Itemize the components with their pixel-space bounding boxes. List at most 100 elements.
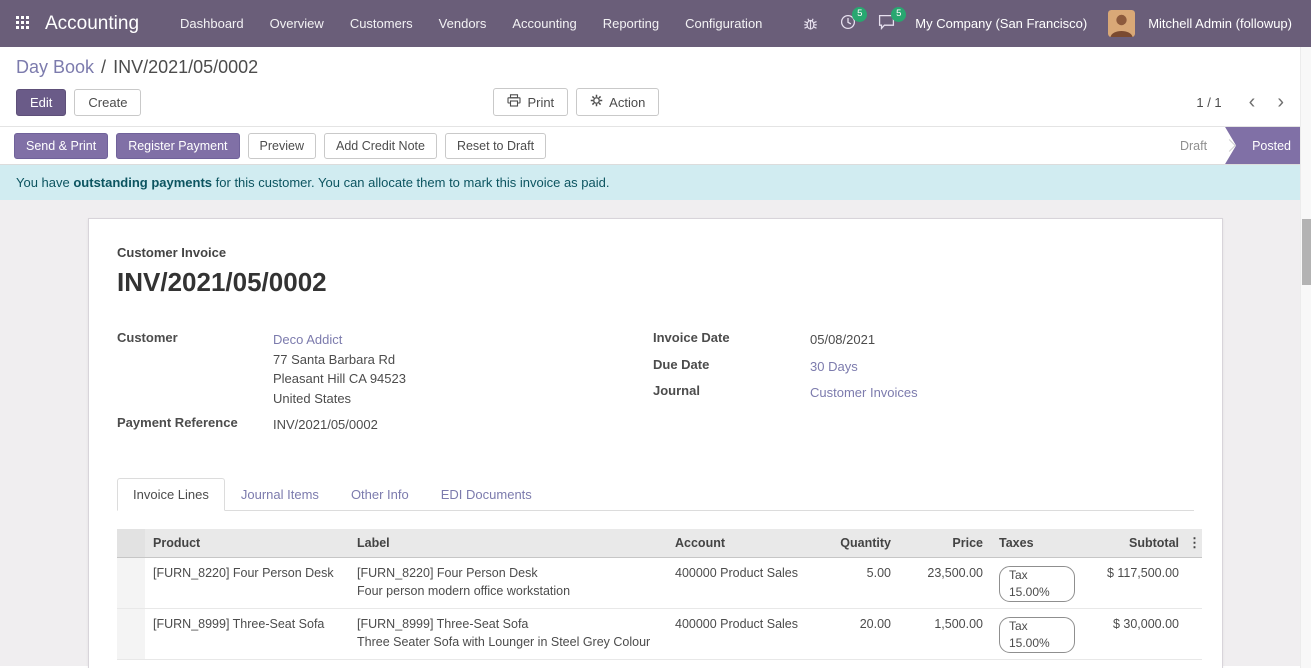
row-handle[interactable] (117, 557, 145, 608)
pager-next-button[interactable]: › (1266, 92, 1295, 112)
pager-previous-button[interactable]: ‹ (1238, 92, 1267, 112)
payment-reference-field: Payment Reference INV/2021/05/0002 (117, 415, 653, 435)
activities-badge: 5 (852, 7, 867, 22)
user-menu[interactable]: Mitchell Admin (followup) (1143, 16, 1297, 31)
user-avatar (1108, 10, 1135, 37)
menu-overview[interactable]: Overview (257, 0, 337, 47)
alert-text-suffix: for this customer. You can allocate them… (212, 175, 609, 190)
fields-left-column: Customer Deco Addict 77 Santa Barbara Rd… (117, 330, 653, 442)
optional-columns-toggle[interactable]: ⋮ (1187, 529, 1202, 558)
row-handle[interactable] (117, 608, 145, 659)
cell-spacer (1187, 557, 1202, 608)
tax-tag: Tax 15.00% (999, 566, 1075, 602)
statusbar: Send & Print Register Payment Preview Ad… (0, 126, 1311, 165)
reset-to-draft-button[interactable]: Reset to Draft (445, 133, 546, 159)
customer-address-line: Pleasant Hill CA 94523 (273, 369, 406, 389)
create-button[interactable]: Create (74, 89, 141, 116)
cell-label: [FURN_8220] Four Person Desk Four person… (349, 557, 667, 608)
invoice-line-row[interactable]: [FURN_8999] Three-Seat Sofa [FURN_8999] … (117, 608, 1202, 659)
document-actions: Print Action (493, 88, 659, 116)
notebook-tabs: Invoice Lines Journal Items Other Info E… (117, 478, 1194, 511)
app-name[interactable]: Accounting (45, 13, 139, 35)
tax-tag: Tax 15.00% (999, 617, 1075, 653)
status-states: Draft Posted (1162, 127, 1311, 164)
print-button[interactable]: Print (493, 88, 568, 116)
control-panel: Day Book / INV/2021/05/0002 Edit Create Pr… (0, 47, 1311, 126)
cell-account: 400000 Product Sales (667, 557, 809, 608)
column-header-price[interactable]: Price (899, 529, 991, 558)
column-header-quantity[interactable]: Quantity (809, 529, 899, 558)
cell-quantity: 5.00 (809, 557, 899, 608)
column-header-product[interactable]: Product (145, 529, 349, 558)
edit-button[interactable]: Edit (16, 89, 66, 116)
invoice-date-value: 05/08/2021 (810, 330, 875, 350)
invoice-fields: Customer Deco Addict 77 Santa Barbara Rd… (117, 330, 1194, 442)
tab-invoice-lines[interactable]: Invoice Lines (117, 478, 225, 511)
pager: 1 / 1 ‹ › (1196, 92, 1295, 112)
messages-button[interactable]: 5 (871, 9, 902, 38)
column-header-taxes[interactable]: Taxes (991, 529, 1083, 558)
document-type-label: Customer Invoice (117, 245, 1194, 260)
activities-button[interactable]: 5 (833, 9, 863, 38)
column-header-subtotal[interactable]: Subtotal (1083, 529, 1187, 558)
invoice-date-field: Invoice Date 05/08/2021 (653, 330, 1194, 350)
invoice-lines-table: Product Label Account Quantity Price Tax… (117, 529, 1202, 660)
breadcrumb-current: INV/2021/05/0002 (113, 57, 258, 77)
cell-spacer (1187, 608, 1202, 659)
fields-right-column: Invoice Date 05/08/2021 Due Date 30 Days… (653, 330, 1194, 442)
breadcrumb-parent[interactable]: Day Book (16, 57, 94, 77)
table-header-row: Product Label Account Quantity Price Tax… (117, 529, 1202, 558)
menu-vendors[interactable]: Vendors (426, 0, 500, 47)
tab-edi-documents[interactable]: EDI Documents (425, 478, 548, 511)
breadcrumb-separator: / (101, 57, 106, 77)
invoice-number: INV/2021/05/0002 (117, 267, 1194, 298)
handle-column-header (117, 529, 145, 558)
cell-price: 1,500.00 (899, 608, 991, 659)
invoice-line-row[interactable]: [FURN_8220] Four Person Desk [FURN_8220]… (117, 557, 1202, 608)
action-button[interactable]: Action (576, 88, 659, 116)
print-button-label: Print (527, 95, 554, 110)
journal-value[interactable]: Customer Invoices (810, 383, 918, 403)
cell-label: [FURN_8999] Three-Seat Sofa Three Seater… (349, 608, 667, 659)
company-menu[interactable]: My Company (San Francisco) (910, 16, 1092, 31)
menu-accounting[interactable]: Accounting (499, 0, 589, 47)
outstanding-payments-alert: You have outstanding payments for this c… (0, 165, 1311, 200)
journal-label: Journal (653, 383, 810, 403)
tab-journal-items[interactable]: Journal Items (225, 478, 335, 511)
breadcrumb: Day Book / INV/2021/05/0002 (16, 57, 1295, 78)
debug-bug-icon[interactable] (796, 11, 825, 36)
menu-dashboard[interactable]: Dashboard (167, 0, 257, 47)
cell-taxes: Tax 15.00% (991, 557, 1083, 608)
scrollbar-thumb[interactable] (1302, 219, 1311, 285)
column-header-label[interactable]: Label (349, 529, 667, 558)
form-view-background: Customer Invoice INV/2021/05/0002 Custom… (0, 200, 1311, 666)
customer-field: Customer Deco Addict 77 Santa Barbara Rd… (117, 330, 653, 408)
preview-button[interactable]: Preview (248, 133, 316, 159)
gear-icon (590, 94, 603, 110)
cell-subtotal: $ 117,500.00 (1083, 557, 1187, 608)
add-credit-note-button[interactable]: Add Credit Note (324, 133, 437, 159)
due-date-field: Due Date 30 Days (653, 357, 1194, 377)
apps-menu-button[interactable] (10, 11, 35, 37)
action-button-label: Action (609, 95, 645, 110)
menu-customers[interactable]: Customers (337, 0, 426, 47)
control-panel-buttons: Edit Create Print (16, 88, 1295, 126)
column-header-account[interactable]: Account (667, 529, 809, 558)
due-date-value[interactable]: 30 Days (810, 357, 858, 377)
send-and-print-button[interactable]: Send & Print (14, 133, 108, 159)
status-draft[interactable]: Draft (1162, 127, 1225, 164)
alert-text-bold: outstanding payments (73, 175, 212, 190)
status-posted[interactable]: Posted (1225, 127, 1311, 164)
menu-reporting[interactable]: Reporting (590, 0, 672, 47)
customer-address-line: United States (273, 389, 406, 409)
payment-reference-value: INV/2021/05/0002 (273, 415, 378, 435)
tab-other-info[interactable]: Other Info (335, 478, 425, 511)
register-payment-button[interactable]: Register Payment (116, 133, 239, 159)
cell-quantity: 20.00 (809, 608, 899, 659)
cell-account: 400000 Product Sales (667, 608, 809, 659)
scrollbar[interactable] (1300, 47, 1311, 668)
menu-configuration[interactable]: Configuration (672, 0, 775, 47)
customer-link[interactable]: Deco Addict (273, 330, 406, 350)
main-menu: Dashboard Overview Customers Vendors Acc… (167, 0, 775, 47)
messages-badge: 5 (891, 7, 906, 22)
